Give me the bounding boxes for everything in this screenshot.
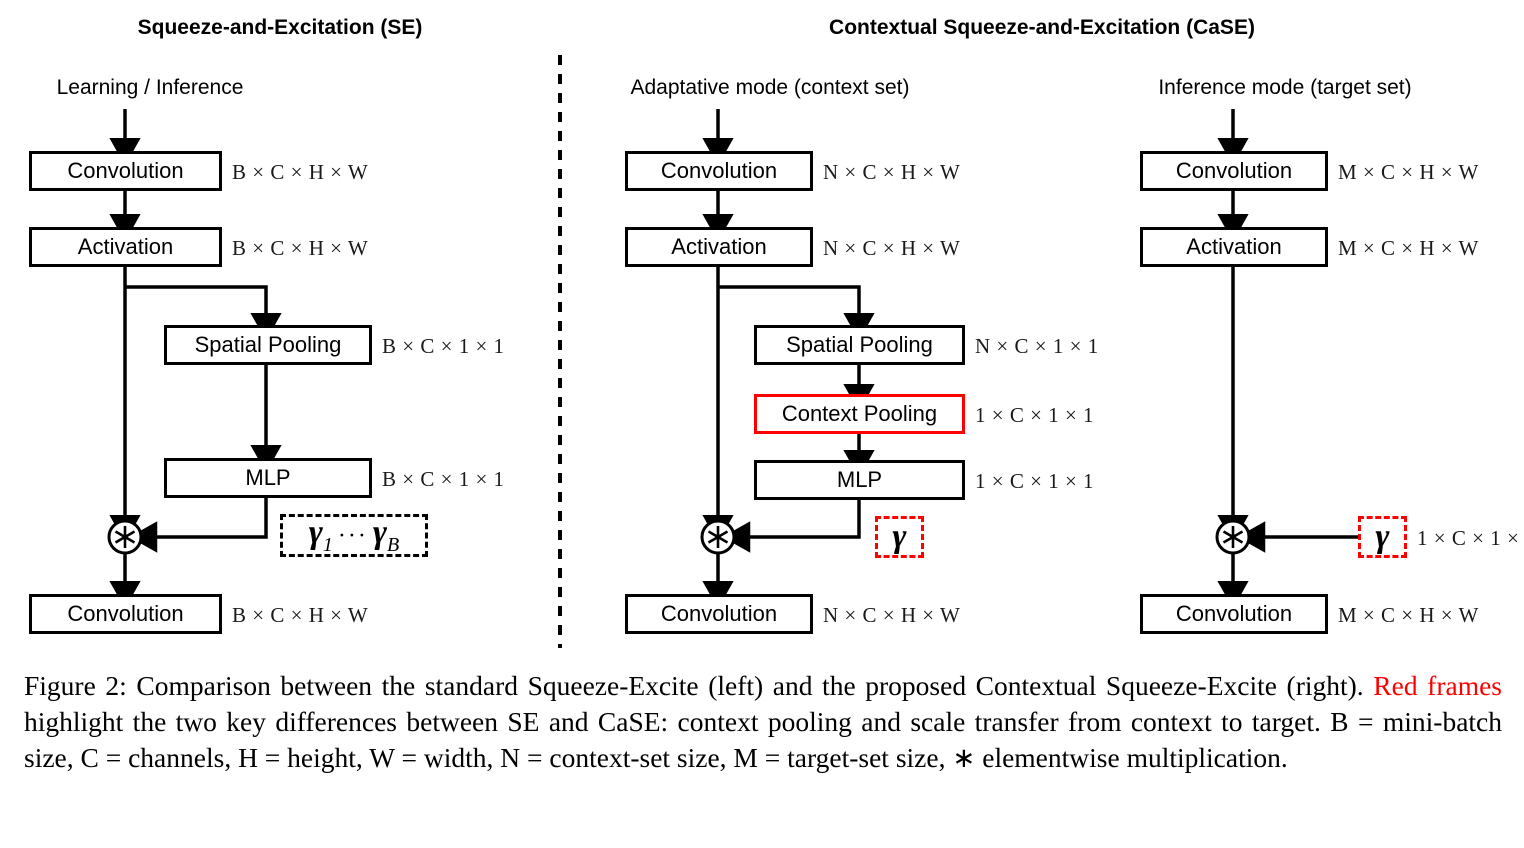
se-gamma-chip: γ1 ··· γB	[280, 514, 428, 557]
figure-page: Squeeze-and-Excitation (SE) Contextual S…	[0, 0, 1524, 848]
case-dim-spatial-pooling: N × C × 1 × 1	[975, 334, 1099, 358]
target-gamma-chip: γ	[1358, 516, 1407, 558]
elementwise-multiply-case-adaptative	[700, 519, 736, 555]
case-box-convolution-bottom[interactable]: Convolution	[625, 594, 813, 634]
se-gamma-first: γ1	[308, 514, 333, 556]
case-box-spatial-pooling[interactable]: Spatial Pooling	[754, 325, 965, 365]
se-box-convolution-bottom[interactable]: Convolution	[29, 594, 222, 634]
case-gamma-chip: γ	[875, 516, 924, 558]
target-dim-activation: M × C × H × W	[1338, 236, 1479, 260]
case-box-mlp[interactable]: MLP	[754, 460, 965, 500]
case-dim-convolution-bottom: N × C × H × W	[823, 603, 961, 627]
caption-part1: Comparison between the standard Squeeze-…	[126, 670, 1374, 701]
target-box-convolution-top[interactable]: Convolution	[1140, 151, 1328, 191]
case-dim-mlp: 1 × C × 1 × 1	[975, 469, 1095, 493]
target-dim-convolution-bottom: M × C × H × W	[1338, 603, 1479, 627]
se-dim-convolution-bottom: B × C × H × W	[232, 603, 369, 627]
se-dim-activation: B × C × H × W	[232, 236, 369, 260]
se-box-spatial-pooling[interactable]: Spatial Pooling	[164, 325, 372, 365]
caption-part2: highlight the two key differences betwee…	[24, 705, 1331, 737]
caption-red-phrase: Red frames	[1373, 670, 1502, 701]
se-dim-mlp: B × C × 1 × 1	[382, 467, 505, 491]
figure-caption: Figure 2: Comparison between the standar…	[24, 668, 1502, 775]
case-box-convolution-top[interactable]: Convolution	[625, 151, 813, 191]
target-gamma-dim: 1 × C × 1 × 1	[1417, 526, 1524, 550]
se-gamma-ellipsis: ···	[337, 522, 368, 549]
case-dim-convolution-top: N × C × H × W	[823, 160, 961, 184]
se-gamma-last: γB	[372, 514, 400, 556]
se-box-activation[interactable]: Activation	[29, 227, 222, 267]
caption-prefix: Figure 2:	[24, 670, 127, 701]
se-dim-spatial-pooling: B × C × 1 × 1	[382, 334, 505, 358]
elementwise-multiply-case-inference	[1215, 519, 1251, 555]
target-dim-convolution-top: M × C × H × W	[1338, 160, 1479, 184]
case-box-activation[interactable]: Activation	[625, 227, 813, 267]
case-dim-activation: N × C × H × W	[823, 236, 961, 260]
se-dim-convolution-top: B × C × H × W	[232, 160, 369, 184]
case-dim-context-pooling: 1 × C × 1 × 1	[975, 403, 1095, 427]
target-box-activation[interactable]: Activation	[1140, 227, 1328, 267]
se-box-mlp[interactable]: MLP	[164, 458, 372, 498]
case-box-context-pooling[interactable]: Context Pooling	[754, 394, 965, 434]
target-box-convolution-bottom[interactable]: Convolution	[1140, 594, 1328, 634]
se-box-convolution-top[interactable]: Convolution	[29, 151, 222, 191]
elementwise-multiply-se	[107, 519, 143, 555]
